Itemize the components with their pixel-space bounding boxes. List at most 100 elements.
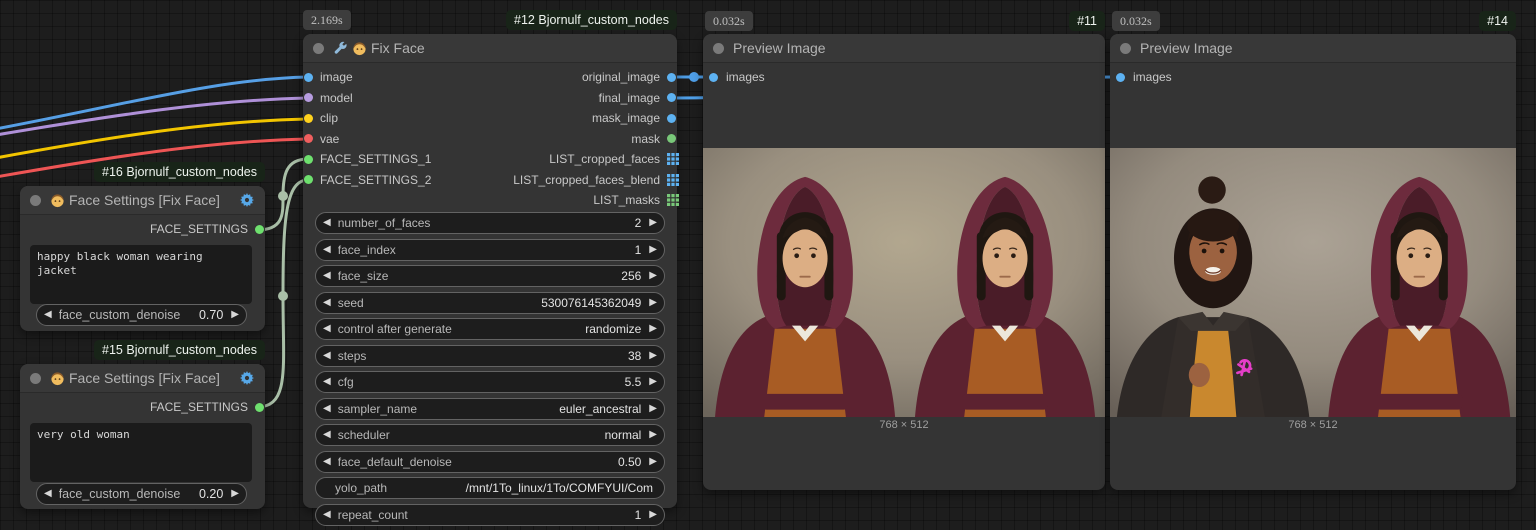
execution-time-badge: 0.032s xyxy=(705,11,753,31)
widget-control-after-generate[interactable]: ◀ control after generaterandomize ▶ xyxy=(315,318,665,340)
decrement-arrow[interactable]: ◀ xyxy=(323,510,331,520)
widget-value: 0.70 xyxy=(199,308,223,322)
decrement-arrow[interactable]: ◀ xyxy=(323,430,331,440)
output-dot[interactable] xyxy=(667,134,676,143)
decrement-arrow[interactable]: ◀ xyxy=(323,377,331,387)
list-grid-icon[interactable] xyxy=(667,174,679,186)
decrement-arrow[interactable]: ◀ xyxy=(323,271,331,281)
widget-cfg[interactable]: ◀cfg5.5▶ xyxy=(315,371,665,393)
node-id-badge: #15 Bjornulf_custom_nodes xyxy=(94,340,265,360)
decrement-arrow[interactable]: ◀ xyxy=(44,489,52,499)
widget-value: 530076145362049 xyxy=(541,296,641,310)
decrement-arrow[interactable]: ◀ xyxy=(323,245,331,255)
decrement-arrow[interactable]: ◀ xyxy=(323,298,331,308)
input-slot-images[interactable]: images xyxy=(703,67,1105,88)
node-preview-image-14[interactable]: Preview Image images 768 × 512 xyxy=(1110,34,1516,490)
output-dot[interactable] xyxy=(667,114,676,123)
list-grid-icon[interactable] xyxy=(667,153,679,165)
increment-arrow[interactable]: ▶ xyxy=(649,218,657,228)
widget-value: 1 xyxy=(635,508,642,522)
output-slot-list-cropped-faces-blend[interactable]: LIST_cropped_faces_blend xyxy=(303,170,677,191)
graph-canvas[interactable]: 2.169s #12 Bjornulf_custom_nodes #16 Bjo… xyxy=(0,0,1536,530)
output-dot[interactable] xyxy=(255,225,264,234)
prompt-textarea[interactable]: happy black woman wearing jacket xyxy=(30,245,252,304)
gear-icon[interactable] xyxy=(239,192,255,208)
increment-arrow[interactable]: ▶ xyxy=(649,245,657,255)
increment-arrow[interactable]: ▶ xyxy=(649,351,657,361)
widget-repeat-count[interactable]: ◀ repeat_count1 ▶ xyxy=(315,504,665,526)
node-title-bar: Face Settings [Fix Face] xyxy=(20,186,265,215)
collapse-toggle[interactable] xyxy=(313,43,324,54)
output-slot-face-settings[interactable]: FACE_SETTINGS xyxy=(20,397,265,418)
increment-arrow[interactable]: ▶ xyxy=(649,377,657,387)
execution-time-badge: 2.169s xyxy=(303,10,351,30)
widget-number-of-faces[interactable]: ◀number_of_faces2▶ xyxy=(315,212,665,234)
output-dot[interactable] xyxy=(667,73,676,82)
widget-yolo-path[interactable]: yolo_path/mnt/1To_linux/1To/COMFYUI/Com xyxy=(315,477,665,499)
decrement-arrow[interactable]: ◀ xyxy=(323,457,331,467)
widget-value: randomize xyxy=(585,322,641,336)
increment-arrow[interactable]: ▶ xyxy=(649,430,657,440)
link-midpoint-dot[interactable] xyxy=(689,72,699,82)
link-midpoint-dot[interactable] xyxy=(278,191,288,201)
increment-arrow[interactable]: ▶ xyxy=(231,310,239,320)
output-slot-mask[interactable]: mask xyxy=(303,129,677,150)
widget-value: /mnt/1To_linux/1To/COMFYUI/Com xyxy=(466,481,653,495)
prompt-textarea[interactable]: very old woman xyxy=(30,423,252,482)
gear-icon[interactable] xyxy=(239,370,255,386)
collapse-toggle[interactable] xyxy=(1120,43,1131,54)
collapse-toggle[interactable] xyxy=(30,373,41,384)
output-slot-mask-image[interactable]: mask_image xyxy=(303,108,677,129)
input-dot[interactable] xyxy=(709,73,718,82)
widget-label: repeat_count xyxy=(338,508,635,522)
node-face-settings-16[interactable]: Face Settings [Fix Face] FACE_SETTINGS h… xyxy=(20,186,265,331)
widget-seed[interactable]: ◀seed530076145362049▶ xyxy=(315,292,665,314)
face-icon xyxy=(50,193,65,208)
widget-face-index[interactable]: ◀face_index1▶ xyxy=(315,239,665,261)
image-dimensions-caption: 768 × 512 xyxy=(703,419,1105,431)
decrement-arrow[interactable]: ◀ xyxy=(323,324,331,334)
increment-arrow[interactable]: ▶ xyxy=(649,510,657,520)
widget-sampler-name[interactable]: ◀sampler_nameeuler_ancestral▶ xyxy=(315,398,665,420)
widget-steps[interactable]: ◀steps38▶ xyxy=(315,345,665,367)
increment-arrow[interactable]: ▶ xyxy=(649,404,657,414)
output-label: mask xyxy=(631,132,660,146)
link-midpoint-dot[interactable] xyxy=(278,291,288,301)
decrement-arrow[interactable]: ◀ xyxy=(323,404,331,414)
increment-arrow[interactable]: ▶ xyxy=(231,489,239,499)
list-grid-icon[interactable] xyxy=(667,194,679,206)
widget-face-custom-denoise[interactable]: ◀ face_custom_denoise 0.70 ▶ xyxy=(36,304,247,326)
decrement-arrow[interactable]: ◀ xyxy=(323,351,331,361)
collapse-toggle[interactable] xyxy=(713,43,724,54)
output-slot-original-image[interactable]: original_image xyxy=(303,67,677,88)
node-id-badge: #11 xyxy=(1069,11,1105,31)
node-face-settings-15[interactable]: Face Settings [Fix Face] FACE_SETTINGS v… xyxy=(20,364,265,509)
widget-value: euler_ancestral xyxy=(559,402,641,416)
widget-scheduler[interactable]: ◀schedulernormal▶ xyxy=(315,424,665,446)
node-preview-image-11[interactable]: Preview Image images 768 × 512 xyxy=(703,34,1105,490)
input-slot-images[interactable]: images xyxy=(1110,67,1516,88)
increment-arrow[interactable]: ▶ xyxy=(649,271,657,281)
widget-label: number_of_faces xyxy=(338,216,635,230)
widget-face-size[interactable]: ◀face_size256▶ xyxy=(315,265,665,287)
output-dot[interactable] xyxy=(667,93,676,102)
output-dot[interactable] xyxy=(255,403,264,412)
widget-label: control after generate xyxy=(338,322,586,336)
widget-face-default-denoise[interactable]: ◀face_default_denoise0.50▶ xyxy=(315,451,665,473)
output-slot-list-masks[interactable]: LIST_masks xyxy=(303,190,677,211)
input-dot[interactable] xyxy=(1116,73,1125,82)
decrement-arrow[interactable]: ◀ xyxy=(44,310,52,320)
collapse-toggle[interactable] xyxy=(30,195,41,206)
output-slot-list-cropped-faces[interactable]: LIST_cropped_faces xyxy=(303,149,677,170)
widget-face-custom-denoise[interactable]: ◀ face_custom_denoise 0.20 ▶ xyxy=(36,483,247,505)
output-slot-final-image[interactable]: final_image xyxy=(303,88,677,109)
output-slot-face-settings[interactable]: FACE_SETTINGS xyxy=(20,219,265,240)
widget-label: face_default_denoise xyxy=(338,455,618,469)
increment-arrow[interactable]: ▶ xyxy=(649,457,657,467)
widget-value: 0.20 xyxy=(199,487,223,501)
decrement-arrow[interactable]: ◀ xyxy=(323,218,331,228)
increment-arrow[interactable]: ▶ xyxy=(649,324,657,334)
increment-arrow[interactable]: ▶ xyxy=(649,298,657,308)
node-title-bar: Preview Image xyxy=(703,34,1105,63)
node-fix-face[interactable]: Fix Face image model clip vae FACE_SETTI… xyxy=(303,34,677,508)
